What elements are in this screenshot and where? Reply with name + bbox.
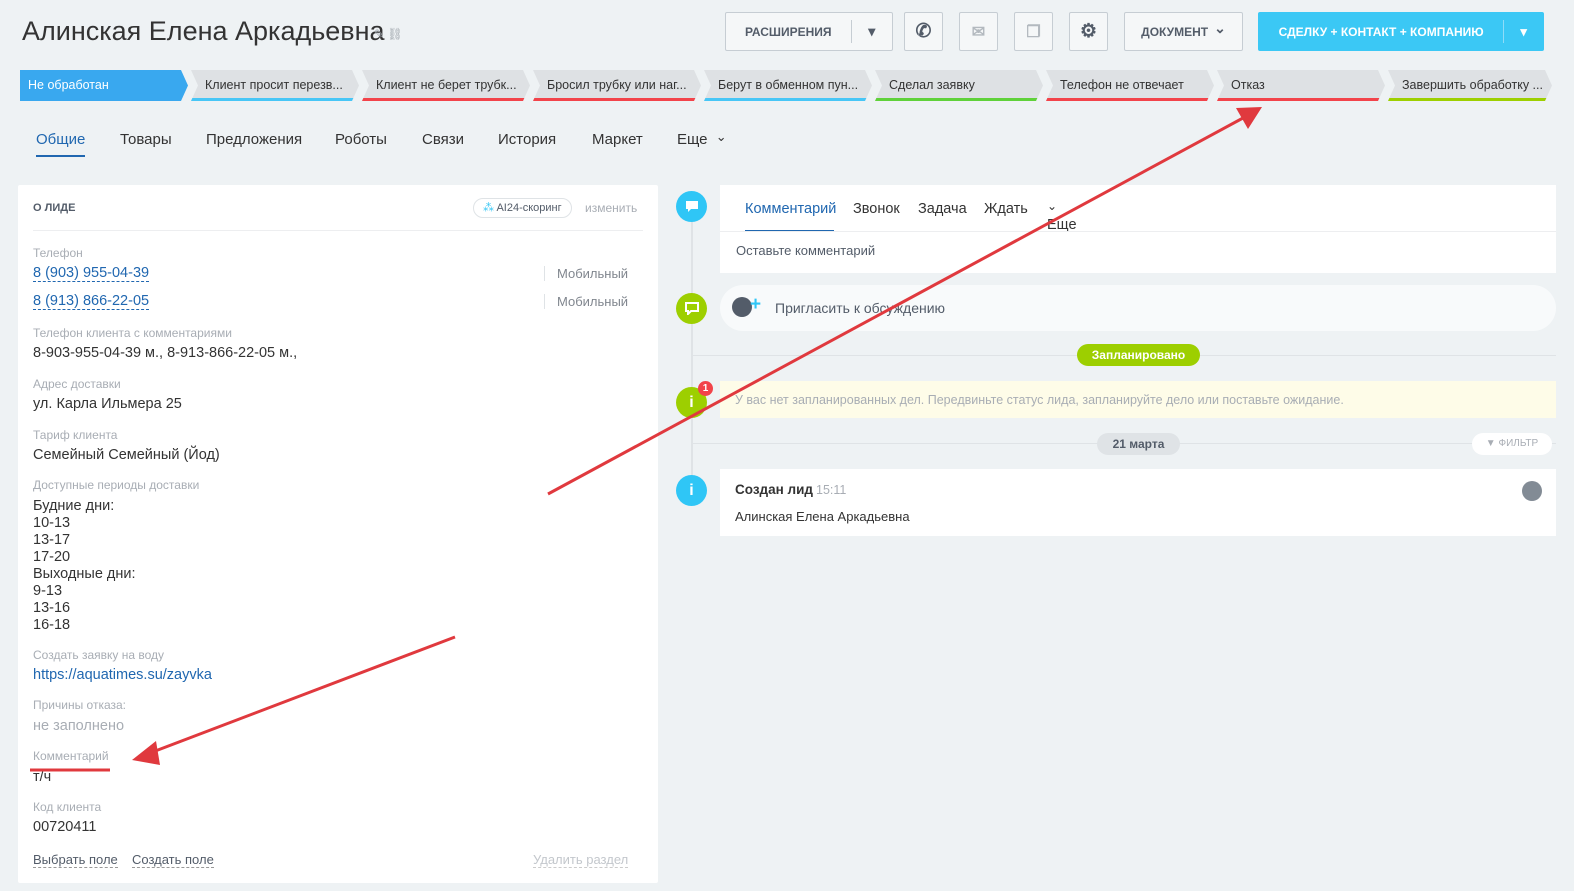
annotation-arrow-bottom bbox=[149, 635, 456, 755]
annotation-arrow-top bbox=[547, 116, 1244, 496]
annotation-arrowhead-bottom bbox=[132, 741, 160, 765]
annotation-overlay bbox=[30, 107, 1262, 772]
